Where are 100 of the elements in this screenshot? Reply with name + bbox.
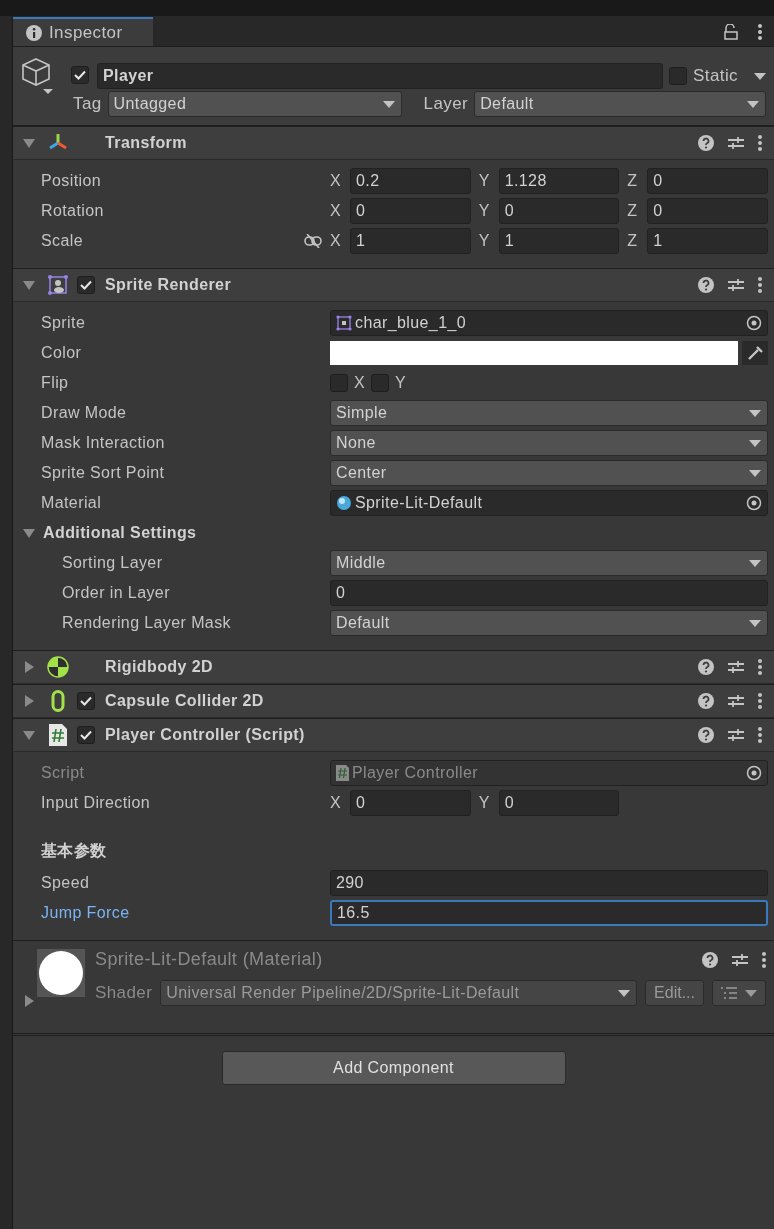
lock-icon[interactable] xyxy=(724,23,738,40)
shader-label: Shader xyxy=(95,983,153,1003)
axis-label: X xyxy=(330,232,343,250)
number-field[interactable]: 0 xyxy=(498,198,620,224)
more-icon[interactable] xyxy=(758,23,762,40)
field-label: Material xyxy=(41,494,102,512)
number-field[interactable]: 1 xyxy=(498,228,620,254)
axis-label: Z xyxy=(627,172,639,190)
more-icon[interactable] xyxy=(758,659,762,675)
dropdown[interactable]: Middle xyxy=(330,550,768,576)
text-field[interactable]: 0 xyxy=(330,580,768,606)
component-header[interactable]: Player Controller (Script) xyxy=(13,719,774,752)
component-header[interactable]: Capsule Collider 2D xyxy=(13,685,774,718)
object-picker-icon[interactable] xyxy=(746,315,762,331)
field-label: Flip xyxy=(41,374,69,392)
text-field[interactable]: 290 xyxy=(330,870,768,896)
name-field[interactable]: Player xyxy=(97,63,664,89)
color-swatch[interactable] xyxy=(330,341,738,365)
axis-label: X xyxy=(330,202,343,220)
component-header[interactable]: Rigidbody 2D xyxy=(13,651,774,684)
caret-icon xyxy=(618,989,631,997)
tag-dropdown[interactable]: Untagged xyxy=(107,91,402,117)
object-picker-icon[interactable] xyxy=(746,495,762,511)
number-field[interactable]: 0 xyxy=(498,790,620,816)
number-field[interactable]: 0 xyxy=(350,198,471,224)
presets-icon[interactable] xyxy=(728,727,744,743)
help-icon[interactable] xyxy=(698,727,714,743)
presets-icon[interactable] xyxy=(728,277,744,293)
eyedropper-icon[interactable] xyxy=(742,341,768,365)
checkbox[interactable] xyxy=(371,374,390,392)
component-header[interactable]: Transform xyxy=(13,127,774,160)
help-icon[interactable] xyxy=(698,277,714,293)
dropdown[interactable]: Simple xyxy=(330,400,768,426)
presets-icon[interactable] xyxy=(728,135,744,151)
add-component-button[interactable]: Add Component xyxy=(221,1051,566,1085)
foldout-arrow-icon[interactable] xyxy=(23,995,35,1007)
checkbox[interactable] xyxy=(77,276,95,294)
foldout-arrow-icon[interactable] xyxy=(23,661,35,673)
axis-label: Y xyxy=(478,172,491,190)
sprite-icon xyxy=(48,275,68,295)
checkbox-label: X xyxy=(354,374,366,392)
foldout-label[interactable]: Additional Settings xyxy=(43,524,197,542)
list-menu-button[interactable] xyxy=(712,980,766,1006)
help-icon[interactable] xyxy=(698,693,714,709)
dropdown-caret-icon xyxy=(754,72,766,80)
field-label: Sorting Layer xyxy=(62,554,163,572)
field-label: Color xyxy=(41,344,82,362)
help-icon[interactable] xyxy=(702,951,718,968)
field-label: Speed xyxy=(41,874,90,892)
field-label: Position xyxy=(41,172,102,190)
layer-dropdown[interactable]: Default xyxy=(474,91,766,117)
presets-icon[interactable] xyxy=(732,951,748,968)
component-header[interactable]: Sprite Renderer xyxy=(13,269,774,302)
help-icon[interactable] xyxy=(698,135,714,151)
number-field[interactable]: 0.2 xyxy=(350,168,471,194)
text-field[interactable]: 16.5 xyxy=(330,900,768,926)
more-icon[interactable] xyxy=(758,693,762,709)
foldout-arrow-icon[interactable] xyxy=(23,527,35,539)
broken-link-icon[interactable] xyxy=(304,234,322,248)
more-icon[interactable] xyxy=(758,135,762,151)
list-icon xyxy=(721,987,737,999)
object-field[interactable]: char_blue_1_0 xyxy=(330,310,768,336)
foldout-arrow-icon[interactable] xyxy=(23,279,35,291)
dropdown[interactable]: Center xyxy=(330,460,768,486)
number-field[interactable]: 0 xyxy=(350,790,471,816)
more-icon[interactable] xyxy=(762,951,766,968)
axis-label: X xyxy=(330,172,343,190)
presets-icon[interactable] xyxy=(728,693,744,709)
material-title: Sprite-Lit-Default (Material) xyxy=(95,949,323,970)
inspector-tab[interactable]: Inspector xyxy=(13,17,153,46)
axis-label: Y xyxy=(478,794,491,812)
number-field[interactable]: 1 xyxy=(647,228,768,254)
tag-label: Tag xyxy=(73,94,102,114)
checkbox[interactable] xyxy=(77,692,95,710)
number-field[interactable]: 0 xyxy=(647,168,768,194)
dropdown[interactable]: Default xyxy=(330,610,768,636)
number-field[interactable]: 1.128 xyxy=(498,168,620,194)
section-header: 基本参数 xyxy=(40,840,108,861)
number-field[interactable]: 1 xyxy=(350,228,471,254)
presets-icon[interactable] xyxy=(728,659,744,675)
material-preview-icon xyxy=(38,950,84,996)
object-field[interactable]: Sprite-Lit-Default xyxy=(330,490,768,516)
checkbox[interactable] xyxy=(669,67,688,85)
checkbox[interactable] xyxy=(330,374,348,392)
cube-icon[interactable] xyxy=(21,57,55,95)
axis-label: Z xyxy=(627,202,639,220)
foldout-arrow-icon[interactable] xyxy=(23,137,35,149)
axis-label: Y xyxy=(478,202,491,220)
caret-icon xyxy=(747,100,759,108)
script-icon xyxy=(49,724,67,746)
number-field[interactable]: 0 xyxy=(647,198,768,224)
more-icon[interactable] xyxy=(758,277,762,293)
caret-icon xyxy=(749,439,761,447)
dropdown[interactable]: None xyxy=(330,430,768,456)
help-icon[interactable] xyxy=(698,659,714,675)
foldout-arrow-icon[interactable] xyxy=(23,729,35,741)
more-icon[interactable] xyxy=(758,727,762,743)
foldout-arrow-icon[interactable] xyxy=(23,695,35,707)
checkbox[interactable] xyxy=(71,66,89,84)
checkbox[interactable] xyxy=(77,726,95,744)
